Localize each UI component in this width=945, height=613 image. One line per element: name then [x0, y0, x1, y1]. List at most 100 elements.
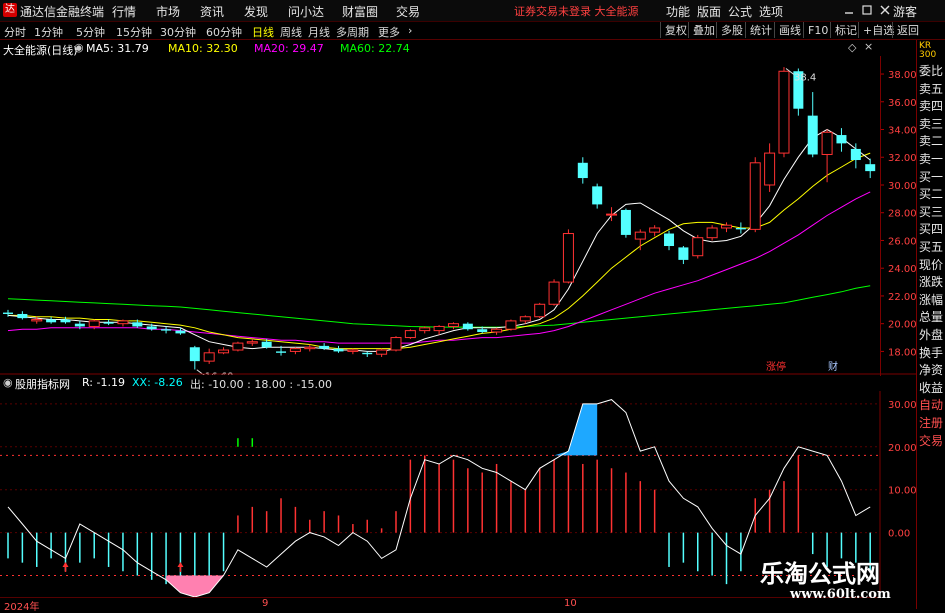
candle: [721, 222, 732, 233]
sidebar-item-19[interactable]: 自动: [919, 396, 943, 413]
sidebar-item-8[interactable]: 买三: [919, 203, 943, 220]
period-15min[interactable]: 15分钟: [116, 24, 152, 40]
candle: [807, 92, 818, 158]
menu-discover[interactable]: 发现: [244, 3, 268, 20]
sidebar-item-2[interactable]: 卖四: [919, 97, 943, 114]
sidebar-item-18[interactable]: 收益: [919, 379, 943, 396]
period-30min[interactable]: 30分钟: [160, 24, 196, 40]
candle-body-down: [276, 351, 287, 353]
menu-assistant[interactable]: 问小达: [288, 3, 324, 20]
period-60min[interactable]: 60分钟: [206, 24, 242, 40]
period-weekly[interactable]: 周线: [280, 24, 302, 40]
price-chart[interactable]: 18.0020.0022.0024.0026.0028.0030.0032.00…: [0, 56, 916, 375]
indicator-xx: XX: -8.26: [132, 376, 183, 389]
menu-options[interactable]: 选项: [759, 3, 783, 20]
candle: [706, 225, 718, 241]
indicator-settings-icon[interactable]: ◉: [3, 376, 13, 389]
sidebar-item-3[interactable]: 卖三: [919, 115, 943, 132]
menu-layout[interactable]: 版面: [697, 3, 721, 20]
pin-icon[interactable]: ◇: [848, 41, 856, 54]
settings-dot-icon[interactable]: ◉: [74, 41, 84, 54]
candle-body-down: [46, 319, 57, 323]
period-tick[interactable]: 分时: [4, 24, 26, 40]
candle: [491, 327, 503, 335]
btn-multi-stock[interactable]: 多股: [716, 22, 747, 38]
candle-body-up: [749, 162, 761, 230]
period-daily[interactable]: 日线: [252, 24, 274, 40]
sidebar-item-4[interactable]: 卖二: [919, 132, 943, 149]
candle-body-down: [60, 319, 71, 323]
btn-statistics[interactable]: 统计: [745, 22, 776, 38]
btn-adjust[interactable]: 复权: [660, 22, 691, 38]
maximize-icon[interactable]: [861, 4, 873, 16]
candle-body-up: [232, 342, 244, 351]
menu-functions[interactable]: 功能: [666, 3, 690, 20]
candle-body-up: [548, 281, 560, 305]
close-icon[interactable]: [879, 4, 891, 16]
period-multi[interactable]: 多周期: [336, 24, 369, 40]
sidebar-item-11[interactable]: 现价: [919, 256, 943, 273]
sidebar-item-13[interactable]: 涨幅: [919, 291, 943, 308]
candle-body-up: [390, 337, 402, 351]
menu-formula[interactable]: 公式: [728, 3, 752, 20]
candle: [404, 329, 416, 339]
period-1min[interactable]: 1分钟: [34, 24, 63, 40]
candle-body-down: [678, 247, 689, 260]
candle: [232, 341, 244, 352]
login-notice[interactable]: 证券交易未登录 大全能源: [514, 3, 639, 19]
sidebar-item-17[interactable]: 净资: [919, 361, 943, 378]
btn-f10[interactable]: F10: [803, 22, 832, 38]
candle: [505, 319, 517, 331]
menu-news[interactable]: 资讯: [200, 3, 224, 20]
sidebar-top-code: KR 300: [919, 41, 937, 60]
sidebar-item-16[interactable]: 换手: [919, 344, 943, 361]
candle: [103, 319, 114, 326]
minimize-icon[interactable]: [843, 4, 855, 16]
sidebar-item-21[interactable]: 交易: [919, 432, 943, 449]
menu-trade[interactable]: 交易: [396, 3, 420, 20]
sidebar-item-12[interactable]: 涨跌: [919, 273, 943, 290]
panel-close-icon[interactable]: ×: [864, 40, 873, 53]
sidebar-item-5[interactable]: 卖一: [919, 150, 943, 167]
candle: [289, 347, 301, 355]
sidebar-item-1[interactable]: 卖五: [919, 80, 943, 97]
sidebar-item-0[interactable]: 委比: [919, 62, 943, 79]
sub-tick-label: 20.00: [888, 443, 916, 454]
candle-body-down: [132, 322, 143, 327]
menu-wealth-circle[interactable]: 财富圈: [342, 3, 378, 20]
candle-body-down: [664, 233, 675, 247]
btn-back[interactable]: 返回: [892, 22, 923, 38]
watermark-title: 乐淘公式网: [760, 559, 880, 588]
sidebar-item-20[interactable]: 注册: [919, 414, 943, 431]
candle-body-up: [764, 152, 776, 186]
btn-draw[interactable]: 画线: [774, 22, 805, 38]
finance-marker[interactable]: 财: [828, 360, 838, 373]
period-more[interactable]: 更多: [378, 24, 400, 40]
btn-overlay[interactable]: 叠加: [688, 22, 719, 38]
menu-market[interactable]: 市场: [156, 3, 180, 20]
candle-body-down: [175, 330, 186, 334]
period-monthly[interactable]: 月线: [308, 24, 330, 40]
candle-body-up: [31, 319, 43, 322]
sidebar-item-9[interactable]: 买四: [919, 220, 943, 237]
candle: [634, 229, 646, 251]
candle-body-up: [88, 320, 100, 327]
guest-user[interactable]: 游客: [893, 3, 917, 20]
candle: [865, 158, 876, 179]
sidebar-item-14[interactable]: 总量: [919, 308, 943, 325]
candle: [692, 234, 704, 259]
period-5min[interactable]: 5分钟: [76, 24, 105, 40]
sidebar-item-15[interactable]: 外盘: [919, 326, 943, 343]
sidebar-item-7[interactable]: 买二: [919, 185, 943, 202]
candle-body-up: [634, 231, 646, 240]
sidebar-item-6[interactable]: 买一: [919, 168, 943, 185]
sidebar-item-10[interactable]: 买五: [919, 238, 943, 255]
candle: [664, 230, 675, 251]
limit-up-marker[interactable]: 涨停: [766, 360, 786, 373]
more-dropdown-icon[interactable]: ›: [408, 24, 412, 37]
candle: [678, 246, 689, 265]
menu-quotes[interactable]: 行情: [112, 3, 136, 20]
candle: [620, 208, 631, 238]
btn-mark[interactable]: 标记: [830, 22, 861, 38]
candle-body-up: [203, 352, 215, 362]
